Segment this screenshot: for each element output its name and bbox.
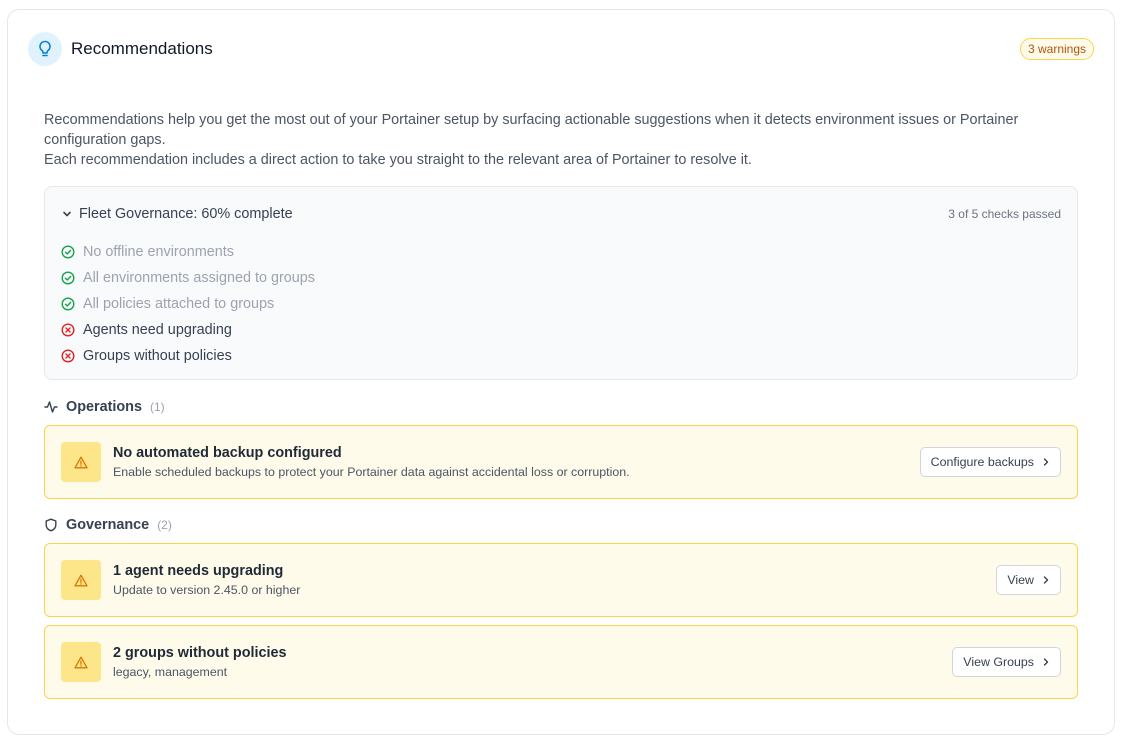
warning-icon xyxy=(61,560,101,600)
intro-line-1: Recommendations help you get the most ou… xyxy=(44,112,1019,148)
button-label: Configure backups xyxy=(930,455,1034,469)
check-label: Groups without policies xyxy=(83,348,232,364)
governance-title: Governance xyxy=(66,517,150,533)
warning-icon xyxy=(61,442,101,482)
fleet-governance-toggle[interactable]: Fleet Governance: 60% complete 3 of 5 ch… xyxy=(61,204,1061,224)
view-groups-button[interactable]: View Groups xyxy=(952,647,1061,677)
fleet-governance-title: Fleet Governance: 60% complete xyxy=(79,206,293,222)
recommendation-description: legacy, management xyxy=(113,665,228,679)
button-label: View Groups xyxy=(963,655,1034,669)
check-item: All policies attached to groups xyxy=(61,291,315,317)
check-circle-icon xyxy=(61,245,75,259)
governance-count: (2) xyxy=(157,518,172,532)
recommendation-title: 1 agent needs upgrading xyxy=(113,563,284,579)
recommendations-card: Recommendations 3 warnings Recommendatio… xyxy=(7,9,1115,735)
checks-list: No offline environments All environments… xyxy=(61,239,315,369)
check-circle-icon xyxy=(61,271,75,285)
intro-line-2: Each recommendation includes a direct ac… xyxy=(44,152,752,168)
check-item: All environments assigned to groups xyxy=(61,265,315,291)
recommendation-item: No automated backup configured Enable sc… xyxy=(44,425,1078,499)
intro-text: Recommendations help you get the most ou… xyxy=(44,110,1084,170)
recommendation-description: Enable scheduled backups to protect your… xyxy=(113,465,630,479)
governance-section-header: Governance (2) xyxy=(44,515,172,535)
fleet-governance-panel: Fleet Governance: 60% complete 3 of 5 ch… xyxy=(44,186,1078,380)
recommendation-description: Update to version 2.45.0 or higher xyxy=(113,583,301,597)
card-header: Recommendations 3 warnings xyxy=(28,32,1094,66)
check-circle-icon xyxy=(61,297,75,311)
warnings-badge: 3 warnings xyxy=(1019,38,1094,60)
recommendation-item: 1 agent needs upgrading Update to versio… xyxy=(44,543,1078,617)
checks-summary: 3 of 5 checks passed xyxy=(948,207,1061,221)
configure-backups-button[interactable]: Configure backups xyxy=(919,447,1061,477)
recommendation-item: 2 groups without policies legacy, manage… xyxy=(44,625,1078,699)
check-label: No offline environments xyxy=(83,244,234,260)
operations-count: (1) xyxy=(149,400,165,414)
button-label: View xyxy=(1007,573,1034,587)
check-label: All environments assigned to groups xyxy=(83,270,315,286)
page-title: Recommendations xyxy=(71,39,213,58)
chevron-right-icon xyxy=(1042,657,1050,667)
recommendation-title: 2 groups without policies xyxy=(113,645,287,661)
chevron-down-icon xyxy=(61,208,73,220)
activity-icon xyxy=(44,400,58,414)
shield-icon xyxy=(44,518,58,532)
x-circle-icon xyxy=(61,349,75,363)
view-agents-button[interactable]: View xyxy=(996,565,1061,595)
check-item: Groups without policies xyxy=(61,343,315,369)
warning-icon xyxy=(61,642,101,682)
lightbulb-icon xyxy=(28,32,62,66)
chevron-right-icon xyxy=(1042,575,1050,585)
check-item: No offline environments xyxy=(61,239,315,265)
check-label: All policies attached to groups xyxy=(83,296,275,312)
operations-title: Operations xyxy=(66,399,142,415)
check-item: Agents need upgrading xyxy=(61,317,315,343)
recommendation-title: No automated backup configured xyxy=(113,445,342,461)
operations-section-header: Operations (1) xyxy=(44,397,165,417)
x-circle-icon xyxy=(61,323,75,337)
check-label: Agents need upgrading xyxy=(83,322,232,338)
chevron-right-icon xyxy=(1042,457,1050,467)
